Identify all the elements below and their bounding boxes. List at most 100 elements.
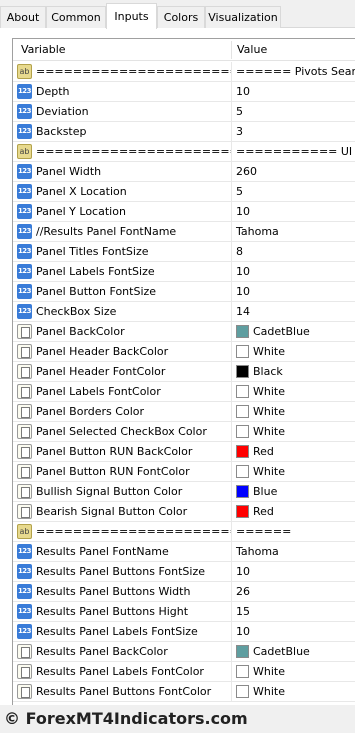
color-swatch[interactable]: [236, 365, 249, 378]
value-cell[interactable]: 26: [232, 582, 355, 601]
input-row[interactable]: Panel Selected CheckBox Color White: [13, 422, 355, 442]
input-row[interactable]: 123 Results Panel Buttons Hight 15: [13, 602, 355, 622]
color-swatch[interactable]: [236, 685, 249, 698]
tab-about[interactable]: About: [0, 6, 46, 28]
value-text[interactable]: White: [253, 342, 285, 361]
tab-common[interactable]: Common: [46, 6, 106, 28]
value-text[interactable]: Black: [253, 362, 283, 381]
input-row[interactable]: ab ============================ ====== Piv…: [13, 62, 355, 82]
color-swatch[interactable]: [236, 505, 249, 518]
value-cell[interactable]: 10: [232, 622, 355, 641]
value-cell[interactable]: 10: [232, 262, 355, 281]
value-cell[interactable]: Blue: [232, 482, 355, 501]
value-cell[interactable]: White: [232, 422, 355, 441]
value-cell[interactable]: Red: [232, 502, 355, 521]
value-cell[interactable]: CadetBlue: [232, 642, 355, 661]
value-cell[interactable]: 5: [232, 102, 355, 121]
value-cell[interactable]: Black: [232, 362, 355, 381]
value-cell[interactable]: Red: [232, 442, 355, 461]
value-text[interactable]: Tahoma: [236, 542, 279, 561]
input-row[interactable]: Results Panel Labels FontColor White: [13, 662, 355, 682]
value-text[interactable]: 26: [236, 582, 250, 601]
input-row[interactable]: 123 Backstep 3: [13, 122, 355, 142]
value-text[interactable]: =========== UI Se: [236, 142, 355, 161]
value-cell[interactable]: 14: [232, 302, 355, 321]
input-row[interactable]: Results Panel Buttons FontColor White: [13, 682, 355, 702]
input-row[interactable]: 123 Panel Labels FontSize 10: [13, 262, 355, 282]
value-text[interactable]: White: [253, 422, 285, 441]
value-text[interactable]: 10: [236, 82, 250, 101]
value-text[interactable]: ====== Pivots Search: [236, 62, 355, 81]
color-swatch[interactable]: [236, 665, 249, 678]
input-row[interactable]: Bearish Signal Button Color Red: [13, 502, 355, 522]
value-text[interactable]: White: [253, 462, 285, 481]
input-row[interactable]: Panel Button RUN FontColor White: [13, 462, 355, 482]
input-row[interactable]: 123 Deviation 5: [13, 102, 355, 122]
input-row[interactable]: 123 Results Panel Buttons FontSize 10: [13, 562, 355, 582]
input-row[interactable]: 123 Results Panel Buttons Width 26: [13, 582, 355, 602]
color-swatch[interactable]: [236, 385, 249, 398]
value-column-header[interactable]: Value: [237, 39, 267, 61]
value-text[interactable]: 5: [236, 102, 243, 121]
value-cell[interactable]: 260: [232, 162, 355, 181]
value-text[interactable]: Red: [253, 442, 274, 461]
value-cell[interactable]: 5: [232, 182, 355, 201]
value-cell[interactable]: 10: [232, 562, 355, 581]
value-text[interactable]: 10: [236, 202, 250, 221]
value-cell[interactable]: ======: [232, 522, 355, 541]
value-text[interactable]: ======: [236, 522, 291, 541]
value-text[interactable]: 260: [236, 162, 257, 181]
input-row[interactable]: Panel BackColor CadetBlue: [13, 322, 355, 342]
color-swatch[interactable]: [236, 445, 249, 458]
value-text[interactable]: CadetBlue: [253, 642, 310, 661]
tab-visualization[interactable]: Visualization: [205, 6, 281, 28]
color-swatch[interactable]: [236, 465, 249, 478]
input-row[interactable]: 123 Panel Width 260: [13, 162, 355, 182]
value-cell[interactable]: CadetBlue: [232, 322, 355, 341]
value-text[interactable]: Blue: [253, 482, 277, 501]
value-text[interactable]: 10: [236, 262, 250, 281]
value-text[interactable]: CadetBlue: [253, 322, 310, 341]
color-swatch[interactable]: [236, 345, 249, 358]
value-cell[interactable]: White: [232, 402, 355, 421]
input-row[interactable]: ab ============================ ==========…: [13, 142, 355, 162]
variable-column-header[interactable]: Variable: [21, 39, 66, 61]
input-row[interactable]: 123 CheckBox Size 14: [13, 302, 355, 322]
input-row[interactable]: Panel Labels FontColor White: [13, 382, 355, 402]
value-text[interactable]: White: [253, 382, 285, 401]
value-cell[interactable]: 10: [232, 82, 355, 101]
input-row[interactable]: 123 Panel Button FontSize 10: [13, 282, 355, 302]
value-cell[interactable]: Tahoma: [232, 222, 355, 241]
value-text[interactable]: Red: [253, 502, 274, 521]
value-text[interactable]: White: [253, 682, 285, 701]
tab-colors[interactable]: Colors: [157, 6, 205, 28]
column-separator[interactable]: [231, 41, 232, 59]
color-swatch[interactable]: [236, 325, 249, 338]
input-row[interactable]: 123 Results Panel Labels FontSize 10: [13, 622, 355, 642]
value-text[interactable]: 10: [236, 282, 250, 301]
input-row[interactable]: 123 Panel X Location 5: [13, 182, 355, 202]
value-text[interactable]: 14: [236, 302, 250, 321]
color-swatch[interactable]: [236, 645, 249, 658]
color-swatch[interactable]: [236, 405, 249, 418]
input-row[interactable]: 123 Results Panel FontName Tahoma: [13, 542, 355, 562]
value-text[interactable]: 8: [236, 242, 243, 261]
value-cell[interactable]: White: [232, 682, 355, 701]
value-cell[interactable]: 10: [232, 282, 355, 301]
input-row[interactable]: ab==================================: [13, 522, 355, 542]
input-row[interactable]: 123 //Results Panel FontName Tahoma: [13, 222, 355, 242]
value-cell[interactable]: 8: [232, 242, 355, 261]
input-row[interactable]: Bullish Signal Button Color Blue: [13, 482, 355, 502]
input-row[interactable]: Panel Header FontColor Black: [13, 362, 355, 382]
value-cell[interactable]: White: [232, 342, 355, 361]
value-text[interactable]: White: [253, 402, 285, 421]
input-row[interactable]: Results Panel BackColor CadetBlue: [13, 642, 355, 662]
value-cell[interactable]: =========== UI Se: [232, 142, 355, 161]
value-text[interactable]: 15: [236, 602, 250, 621]
value-text[interactable]: 10: [236, 622, 250, 641]
value-cell[interactable]: ====== Pivots Search: [232, 62, 355, 81]
tab-inputs[interactable]: Inputs: [106, 3, 157, 29]
color-swatch[interactable]: [236, 485, 249, 498]
input-row[interactable]: Panel Button RUN BackColor Red: [13, 442, 355, 462]
value-text[interactable]: 10: [236, 562, 250, 581]
